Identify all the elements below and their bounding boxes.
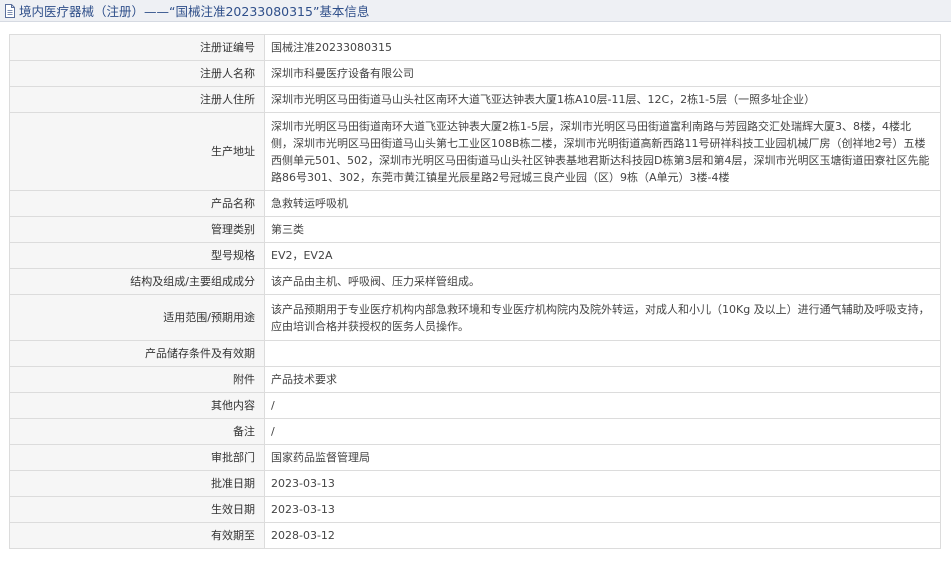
table-row: 适用范围/预期用途 该产品预期用于专业医疗机构内部急救环境和专业医疗机构院内及院… (9, 294, 941, 341)
document-icon (5, 3, 15, 18)
attachment-value: 产品技术要求 (264, 366, 941, 393)
row-label: 结构及组成/主要组成成分 (9, 268, 265, 295)
row-label: 生效日期 (9, 496, 265, 523)
row-label: 注册人住所 (9, 86, 265, 113)
registrant-address-value: 深圳市光明区马田街道马山头社区南环大道飞亚达钟表大厦1栋A10层-11层、12C… (264, 86, 941, 113)
row-label: 注册证编号 (9, 34, 265, 61)
approval-date-value: 2023-03-13 (264, 470, 941, 497)
row-label: 审批部门 (9, 444, 265, 471)
other-content-value: / (264, 392, 941, 419)
row-label: 有效期至 (9, 522, 265, 549)
table-row: 生效日期 2023-03-13 (9, 496, 941, 523)
approval-department-value: 国家药品监督管理局 (264, 444, 941, 471)
row-label: 型号规格 (9, 242, 265, 269)
table-row: 注册人住所 深圳市光明区马田街道马山头社区南环大道飞亚达钟表大厦1栋A10层-1… (9, 86, 941, 113)
row-label: 注册人名称 (9, 60, 265, 87)
remarks-value: / (264, 418, 941, 445)
page-header: 境内医疗器械（注册）——“国械注准20233080315”基本信息 (0, 0, 951, 22)
table-row: 注册证编号 国械注准20233080315 (9, 34, 941, 61)
page-title: 境内医疗器械（注册）——“国械注准20233080315”基本信息 (19, 4, 370, 19)
product-name-value: 急救转运呼吸机 (264, 190, 941, 217)
intended-use-value: 该产品预期用于专业医疗机构内部急救环境和专业医疗机构院内及院外转运，对成人和小儿… (264, 294, 941, 341)
table-row: 审批部门 国家药品监督管理局 (9, 444, 941, 471)
row-label: 备注 (9, 418, 265, 445)
table-row: 注册人名称 深圳市科曼医疗设备有限公司 (9, 60, 941, 87)
table-row: 产品储存条件及有效期 (9, 340, 941, 367)
row-label: 附件 (9, 366, 265, 393)
table-row: 产品名称 急救转运呼吸机 (9, 190, 941, 217)
structure-composition-value: 该产品由主机、呼吸阀、压力采样管组成。 (264, 268, 941, 295)
row-label: 生产地址 (9, 112, 265, 191)
model-spec-value: EV2，EV2A (264, 242, 941, 269)
valid-until-value: 2028-03-12 (264, 522, 941, 549)
device-info-table: 注册证编号 国械注准20233080315 注册人名称 深圳市科曼医疗设备有限公… (9, 34, 941, 549)
row-label: 产品储存条件及有效期 (9, 340, 265, 367)
table-row: 型号规格 EV2，EV2A (9, 242, 941, 269)
table-row: 结构及组成/主要组成成分 该产品由主机、呼吸阀、压力采样管组成。 (9, 268, 941, 295)
production-address-value: 深圳市光明区马田街道南环大道飞亚达钟表大厦2栋1-5层，深圳市光明区马田街道富利… (264, 112, 941, 191)
registrant-name-value: 深圳市科曼医疗设备有限公司 (264, 60, 941, 87)
row-label: 产品名称 (9, 190, 265, 217)
row-label: 批准日期 (9, 470, 265, 497)
registration-number-value: 国械注准20233080315 (264, 34, 941, 61)
table-row: 有效期至 2028-03-12 (9, 522, 941, 549)
table-row: 备注 / (9, 418, 941, 445)
table-row: 附件 产品技术要求 (9, 366, 941, 393)
row-label: 其他内容 (9, 392, 265, 419)
table-row: 批准日期 2023-03-13 (9, 470, 941, 497)
row-label: 适用范围/预期用途 (9, 294, 265, 341)
management-class-value: 第三类 (264, 216, 941, 243)
effective-date-value: 2023-03-13 (264, 496, 941, 523)
row-label: 管理类别 (9, 216, 265, 243)
table-row: 管理类别 第三类 (9, 216, 941, 243)
table-row: 其他内容 / (9, 392, 941, 419)
table-row: 生产地址 深圳市光明区马田街道南环大道飞亚达钟表大厦2栋1-5层，深圳市光明区马… (9, 112, 941, 191)
storage-conditions-value (264, 340, 941, 367)
